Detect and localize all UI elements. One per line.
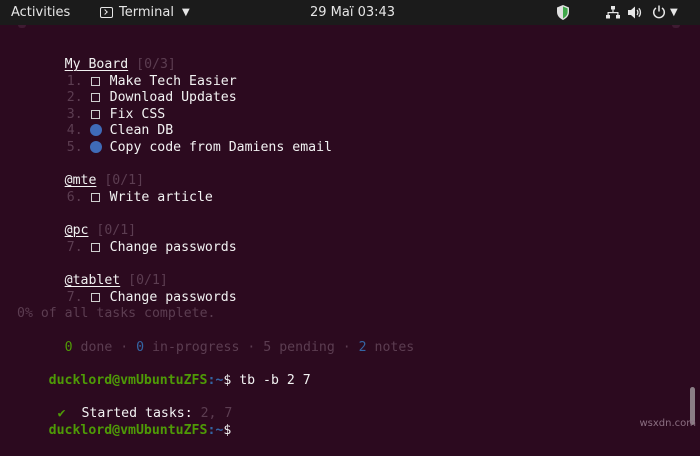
task-item: 1. Make Tech Easier xyxy=(17,56,237,89)
tab-bar-edge xyxy=(0,25,700,33)
separator: · xyxy=(342,340,351,355)
inprogress-count: 0 xyxy=(136,340,145,355)
completion-summary: 0% of all tasks complete. xyxy=(17,306,216,321)
active-prompt[interactable]: ducklord@vmUbuntuZFS:~$ xyxy=(1,405,232,438)
volume-icon[interactable] xyxy=(628,6,642,19)
network-icon[interactable] xyxy=(606,6,620,19)
board-header: @pc [0/1] xyxy=(17,205,136,238)
task-item: 7. Change passwords xyxy=(17,222,237,255)
board-header: My Board [0/3] xyxy=(17,39,176,72)
task-number: 7. xyxy=(66,240,83,255)
done-label: done xyxy=(80,340,113,355)
chevron-down-icon[interactable]: ▼ xyxy=(670,0,678,25)
command-line: ducklord@vmUbuntuZFS:~$ tb -b 2 7 xyxy=(1,355,311,388)
board-header: @mte [0/1] xyxy=(17,155,144,188)
inprogress-label: in-progress xyxy=(152,340,240,355)
checkbox-icon xyxy=(90,193,100,202)
task-text: Change passwords xyxy=(109,290,237,305)
task-item: 2. Download Updates xyxy=(17,72,237,105)
task-text: Write article xyxy=(109,190,213,205)
terminal-window[interactable]: My Board [0/3] 1. Make Tech Easier 2. Down… xyxy=(0,25,700,438)
task-item: 4. Clean DB xyxy=(17,105,173,138)
clock[interactable]: 29 Maï 03:43 xyxy=(310,0,395,25)
app-menu-label: Terminal xyxy=(119,5,174,20)
task-item: 7. Change passwords xyxy=(17,272,237,305)
pending-label: pending xyxy=(279,340,335,355)
task-item: 6. Write article xyxy=(17,172,213,205)
pending-count: 5 xyxy=(263,340,272,355)
status-summary: 0 done · 0 in-progress · 5 pending · 2 n… xyxy=(17,322,415,355)
notes-label: notes xyxy=(374,340,415,355)
separator: · xyxy=(120,340,129,355)
board-header: @tablet [0/1] xyxy=(17,255,168,288)
note-dot-icon xyxy=(89,141,102,153)
chevron-down-icon: ▼ xyxy=(181,7,190,18)
separator: · xyxy=(247,340,256,355)
command-result: ✔ Started tasks: 2, 7 xyxy=(10,388,233,421)
command-text: tb -b 2 7 xyxy=(239,373,311,388)
terminal-icon xyxy=(100,7,113,18)
shield-icon[interactable] xyxy=(556,5,570,20)
task-item: 5. Copy code from Damiens email xyxy=(17,122,332,155)
checkbox-icon xyxy=(90,243,100,252)
watermark: wsxdn.com xyxy=(639,418,696,429)
done-count: 0 xyxy=(64,340,73,355)
task-item: 3. Fix CSS xyxy=(17,89,165,122)
task-number: 7. xyxy=(66,290,83,305)
checkbox-icon xyxy=(90,293,100,302)
activities-button[interactable]: Activities xyxy=(11,0,70,25)
power-icon[interactable] xyxy=(652,5,666,19)
top-bar: Activities Terminal ▼ 29 Maï 03:43 ▼ xyxy=(0,0,700,25)
app-menu[interactable]: Terminal ▼ xyxy=(100,0,190,25)
prompt-path: :~ xyxy=(207,373,224,388)
notes-count: 2 xyxy=(358,340,367,355)
prompt-user: ducklord@vmUbuntuZFS xyxy=(48,373,208,388)
task-text: Copy code from Damiens email xyxy=(109,140,332,155)
task-number: 5. xyxy=(66,140,83,155)
task-number: 6. xyxy=(66,190,83,205)
task-text: Change passwords xyxy=(109,240,237,255)
prompt-symbol: $ xyxy=(223,373,232,388)
